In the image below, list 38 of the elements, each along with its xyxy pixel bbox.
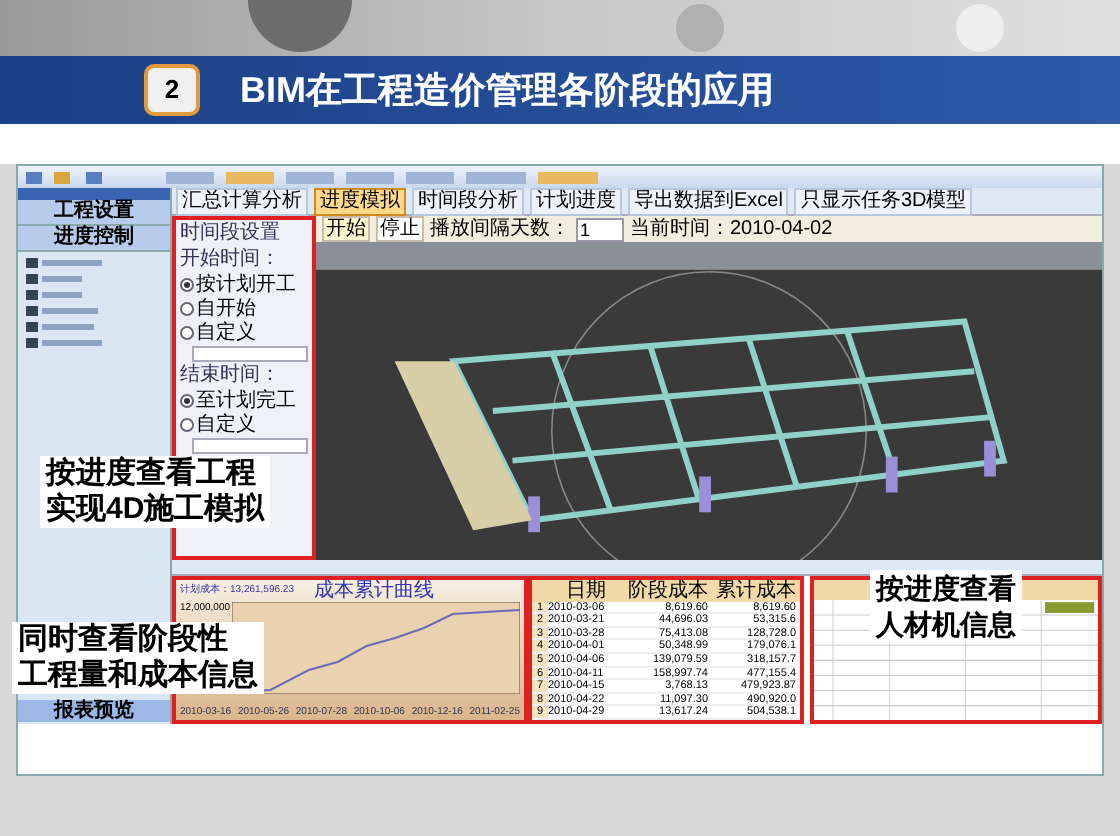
toolbar-button[interactable]: 时间段分析 bbox=[412, 187, 524, 215]
column-header: 日期 bbox=[564, 579, 608, 602]
radio-option[interactable]: 自开始 bbox=[180, 298, 308, 320]
column-header: 阶段成本 bbox=[626, 579, 710, 602]
radio-button[interactable] bbox=[180, 418, 194, 432]
group-label: 结束时间： bbox=[180, 364, 282, 388]
date-field[interactable] bbox=[192, 438, 308, 454]
callout-text: 同时查看阶段性 工程量和成本信息 bbox=[12, 622, 264, 694]
radio-option[interactable]: 按计划开工 bbox=[180, 274, 308, 296]
start-button[interactable]: 开始 bbox=[322, 216, 370, 242]
toolbar-button[interactable]: 只显示任务3D模型 bbox=[794, 187, 973, 215]
radio-button[interactable] bbox=[180, 302, 194, 316]
interval-field[interactable]: 1 bbox=[576, 217, 624, 241]
chart-title: 成本累计曲线 bbox=[313, 579, 434, 602]
slide-title: BIM在工程造价管理各阶段的应用 bbox=[240, 67, 774, 113]
toolbar-button[interactable]: 汇总计算分析 bbox=[176, 187, 308, 215]
interval-label: 播放间隔天数： bbox=[430, 218, 570, 240]
callout-text: 按进度查看 人材机信息 bbox=[870, 570, 1022, 642]
toolbar-button[interactable]: 导出数据到Excel bbox=[628, 187, 789, 215]
radio-option[interactable]: 自定义 bbox=[180, 414, 308, 436]
sidebar-section[interactable]: 进度控制 bbox=[18, 226, 170, 252]
sidebar-section[interactable]: 报表预览 bbox=[18, 700, 170, 722]
group-label: 开始时间： bbox=[180, 248, 282, 272]
current-time: 当前时间：2010-04-02 bbox=[630, 218, 833, 240]
stop-button[interactable]: 停止 bbox=[376, 216, 424, 242]
radio-option[interactable]: 自定义 bbox=[180, 322, 308, 344]
callout-text: 按进度查看工程 实现4D施工模拟 bbox=[40, 456, 271, 528]
toolbar-button[interactable]: 进度模拟 bbox=[314, 187, 406, 215]
toolbar-button[interactable]: 计划进度 bbox=[530, 187, 622, 215]
section-number: 2 bbox=[144, 64, 200, 116]
column-header: 累计成本 bbox=[714, 579, 798, 602]
panel-title: 时间段设置 bbox=[180, 222, 282, 246]
radio-option[interactable]: 至计划完工 bbox=[180, 390, 308, 412]
date-field[interactable] bbox=[192, 346, 308, 362]
radio-button[interactable] bbox=[180, 278, 194, 292]
sidebar-section[interactable]: 工程设置 bbox=[18, 200, 170, 226]
radio-button[interactable] bbox=[180, 394, 194, 408]
radio-button[interactable] bbox=[180, 326, 194, 340]
